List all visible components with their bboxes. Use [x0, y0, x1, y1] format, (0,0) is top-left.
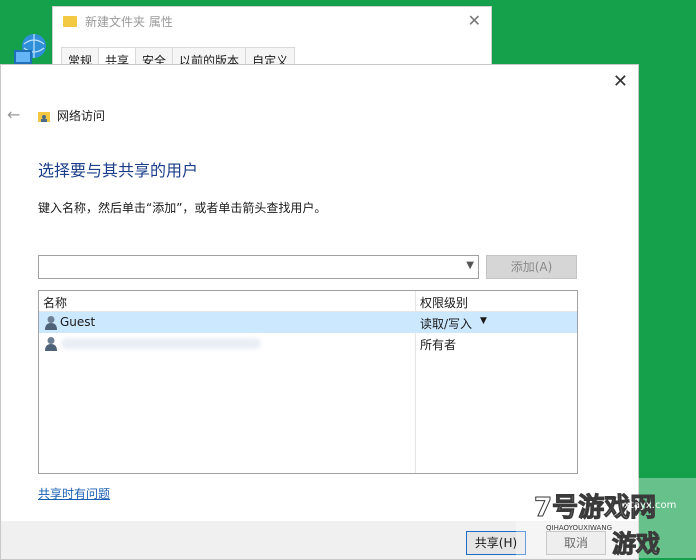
permission-level[interactable]: 读取/写入 [420, 315, 472, 332]
back-arrow-icon[interactable]: ← [7, 105, 20, 124]
chevron-down-icon[interactable]: ▼ [466, 260, 474, 271]
user-name: Guest [60, 315, 96, 329]
list-header: 名称 权限级别 [39, 291, 577, 312]
network-share-icon [38, 111, 50, 122]
list-item[interactable]: Guest 读取/写入 ▼ [39, 312, 577, 333]
dialog-nav-title: 网络访问 [37, 107, 105, 124]
instruction-text: 键入名称，然后单击“添加”，或者单击箭头查找用户。 [38, 201, 327, 215]
add-button[interactable]: 添加(A) [486, 255, 577, 279]
sharing-problem-link[interactable]: 共享时有问题 [38, 485, 110, 502]
user-name-combobox[interactable]: ▼ [38, 255, 479, 279]
list-item[interactable]: 所有者 [39, 333, 577, 354]
svg-text:QIHAOYOUXIWANG: QIHAOYOUXIWANG [546, 524, 612, 532]
svg-text:游戏: 游戏 [612, 530, 660, 558]
folder-icon [63, 16, 77, 27]
close-icon[interactable]: ✕ [613, 71, 628, 92]
watermark-logo: 7号游戏网 QIHAOYOUXIWANG xtayx.com 游戏 [516, 478, 696, 558]
svg-text:xtayx.com: xtayx.com [624, 500, 676, 511]
column-header-name[interactable]: 名称 [43, 294, 67, 311]
properties-close-icon[interactable]: ✕ [468, 11, 481, 30]
user-icon [45, 316, 57, 330]
properties-title-bar: 新建文件夹 属性 [63, 13, 173, 30]
user-icon [45, 337, 57, 351]
user-permission-list[interactable]: 名称 权限级别 Guest 读取/写入 ▼ 所有者 [38, 290, 578, 474]
nav-title-text: 网络访问 [57, 109, 106, 123]
page-title: 选择要与其共享的用户 [38, 161, 199, 180]
redacted-user-name [61, 338, 261, 349]
properties-title: 新建文件夹 属性 [85, 15, 173, 29]
permission-dropdown-icon[interactable]: ▼ [480, 316, 487, 326]
column-header-permission[interactable]: 权限级别 [420, 294, 468, 311]
permission-level: 所有者 [420, 338, 457, 352]
